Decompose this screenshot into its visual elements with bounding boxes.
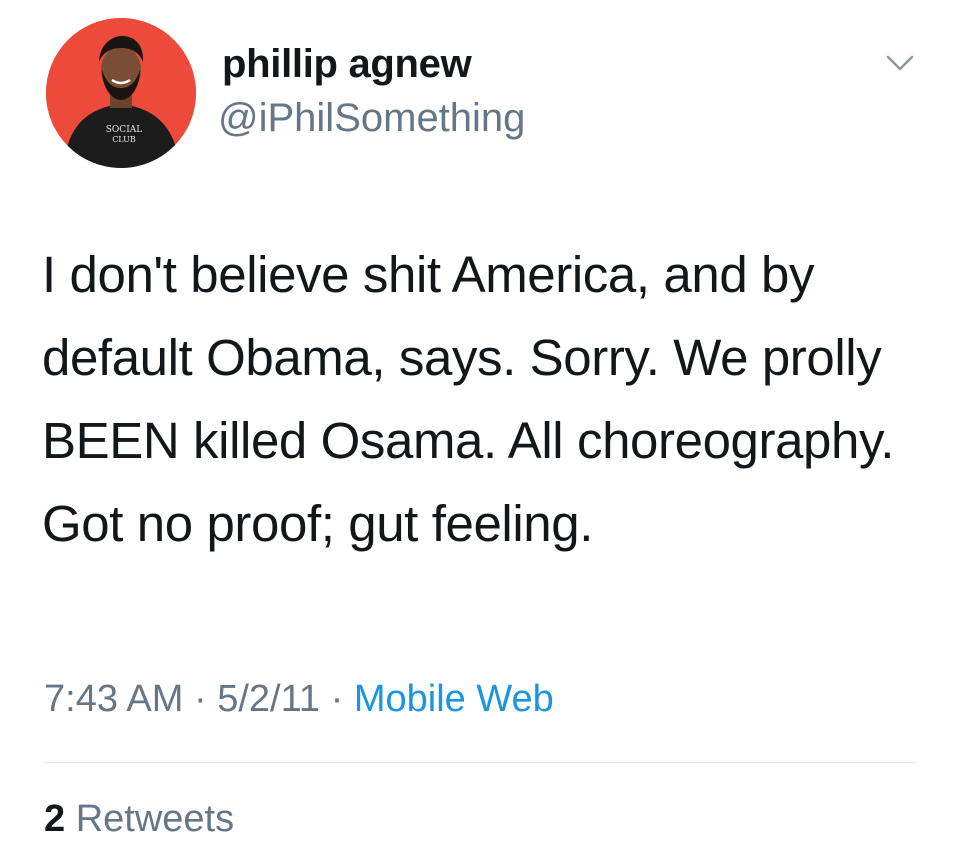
- author-handle[interactable]: @iPhilSomething: [218, 96, 525, 141]
- chevron-down-icon[interactable]: [882, 48, 918, 78]
- tweet-meta: 7:43 AM · 5/2/11 · Mobile Web: [44, 678, 554, 721]
- avatar-shirt-line-1: SOCIAL: [106, 125, 142, 135]
- avatar-shirt-line-2: CLUB: [112, 135, 136, 144]
- tweet-text: I don't believe shit America, and by def…: [42, 246, 895, 552]
- author-name[interactable]: phillip agnew: [222, 42, 472, 87]
- meta-separator: ·: [193, 678, 207, 720]
- retweet-label: Retweets: [75, 798, 235, 840]
- retweets-stat[interactable]: 2 Retweets: [44, 798, 234, 841]
- avatar-photo: SOCIAL CLUB: [46, 18, 196, 168]
- tweet-date[interactable]: 5/2/11: [217, 678, 320, 720]
- divider: [44, 762, 916, 763]
- retweet-count: 2: [44, 798, 66, 840]
- meta-separator: ·: [330, 678, 344, 720]
- tweet-card: SOCIAL CLUB phillip agnew @iPhilSomethin…: [0, 0, 960, 857]
- tweet-source-link[interactable]: Mobile Web: [354, 678, 554, 720]
- tweet-time[interactable]: 7:43 AM: [44, 678, 183, 720]
- avatar[interactable]: SOCIAL CLUB: [46, 18, 196, 168]
